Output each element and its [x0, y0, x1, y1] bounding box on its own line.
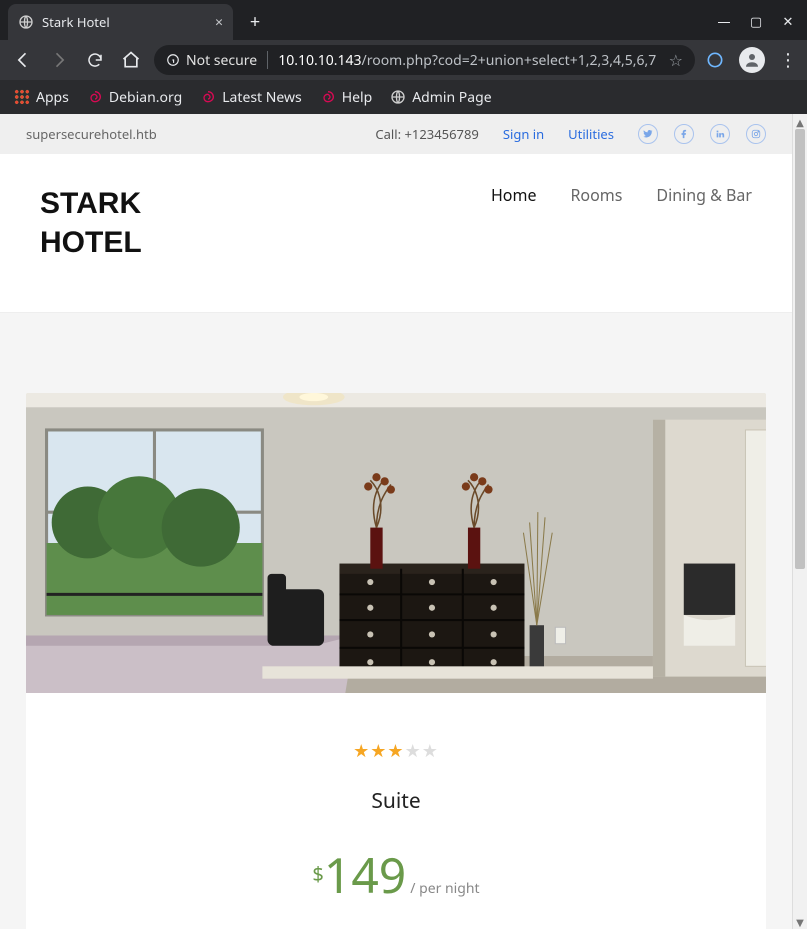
scroll-down-icon[interactable]: ▼: [793, 914, 807, 929]
linkedin-icon[interactable]: [710, 124, 730, 144]
url-text: 10.10.10.143/room.php?cod=2+union+select…: [278, 51, 656, 70]
extension-icon[interactable]: [705, 50, 725, 70]
debian-swirl-icon: [320, 89, 336, 105]
nav-home[interactable]: Home: [491, 184, 537, 206]
forward-button[interactable]: [46, 47, 72, 73]
site-logo[interactable]: STARK HOTEL: [40, 184, 142, 262]
info-icon: [166, 53, 180, 67]
star-full-icon: ★: [353, 739, 370, 763]
signin-link[interactable]: Sign in: [503, 125, 544, 143]
site-domain: supersecurehotel.htb: [26, 125, 157, 143]
new-tab-button[interactable]: +: [241, 8, 269, 36]
room-image: [26, 393, 766, 693]
window-minimize-button[interactable]: —: [717, 12, 731, 30]
twitter-icon[interactable]: [638, 124, 658, 144]
currency-symbol: $: [312, 860, 323, 887]
bookmark-latest-news-label: Latest News: [222, 88, 302, 107]
bookmark-latest-news[interactable]: Latest News: [200, 88, 302, 107]
back-button[interactable]: [10, 47, 36, 73]
browser-menu-button[interactable]: ⋮: [779, 48, 797, 72]
price-amount: 149: [324, 843, 406, 908]
bookmark-apps[interactable]: Apps: [14, 88, 69, 107]
page-viewport[interactable]: supersecurehotel.htb Call: +123456789 Si…: [0, 114, 792, 929]
main-nav: Home Rooms Dining & Bar: [491, 184, 752, 206]
logo-line1: STARK: [40, 184, 142, 223]
bookmark-help[interactable]: Help: [320, 88, 373, 107]
reload-button[interactable]: [82, 47, 108, 73]
globe-icon: [390, 89, 406, 105]
browser-tab[interactable]: Stark Hotel ×: [8, 4, 233, 40]
profile-avatar[interactable]: [739, 47, 765, 73]
room-price: $149/ per night: [46, 843, 746, 908]
price-per: / per night: [410, 879, 479, 898]
tab-title: Stark Hotel: [42, 13, 110, 31]
bookmark-admin-page-label: Admin Page: [412, 88, 491, 107]
debian-swirl-icon: [87, 89, 103, 105]
apps-grid-icon: [14, 89, 30, 105]
bookmark-apps-label: Apps: [36, 88, 69, 107]
bookmark-admin-page[interactable]: Admin Page: [390, 88, 491, 107]
url-host: 10.10.10.143: [278, 51, 361, 70]
scrollbar-thumb[interactable]: [795, 129, 805, 569]
window-maximize-button[interactable]: ▢: [749, 12, 763, 30]
star-empty-icon: ★: [405, 739, 422, 763]
address-bar[interactable]: Not secure 10.10.10.143/room.php?cod=2+u…: [154, 45, 695, 75]
vertical-scrollbar[interactable]: ▲ ▼: [792, 114, 807, 929]
bookmark-star-icon[interactable]: ☆: [669, 49, 683, 71]
home-button[interactable]: [118, 47, 144, 73]
bookmark-debian[interactable]: Debian.org: [87, 88, 182, 107]
room-card: ★★★★★ Suite $149/ per night Suite room i…: [26, 393, 766, 929]
logo-line2: HOTEL: [40, 223, 142, 262]
star-rating: ★★★★★: [46, 739, 746, 763]
bookmark-help-label: Help: [342, 88, 373, 107]
star-full-icon: ★: [387, 739, 404, 763]
nav-dining[interactable]: Dining & Bar: [656, 184, 752, 206]
room-title: Suite: [46, 787, 746, 815]
utilities-link[interactable]: Utilities: [568, 125, 614, 143]
close-tab-icon[interactable]: ×: [215, 13, 223, 32]
bookmark-debian-label: Debian.org: [109, 88, 182, 107]
globe-icon: [18, 14, 34, 30]
star-empty-icon: ★: [422, 739, 439, 763]
debian-swirl-icon: [200, 89, 216, 105]
nav-rooms[interactable]: Rooms: [570, 184, 622, 206]
window-close-button[interactable]: ✕: [781, 12, 795, 30]
scroll-up-icon[interactable]: ▲: [793, 114, 807, 129]
instagram-icon[interactable]: [746, 124, 766, 144]
security-label: Not secure: [186, 51, 257, 70]
security-chip[interactable]: Not secure: [166, 51, 257, 70]
star-full-icon: ★: [370, 739, 387, 763]
call-label: Call: +123456789: [375, 125, 478, 143]
facebook-icon[interactable]: [674, 124, 694, 144]
url-path: /room.php?cod=2+union+select+1,2,3,4,5,6…: [362, 51, 657, 70]
omnibox-divider: [267, 51, 268, 69]
